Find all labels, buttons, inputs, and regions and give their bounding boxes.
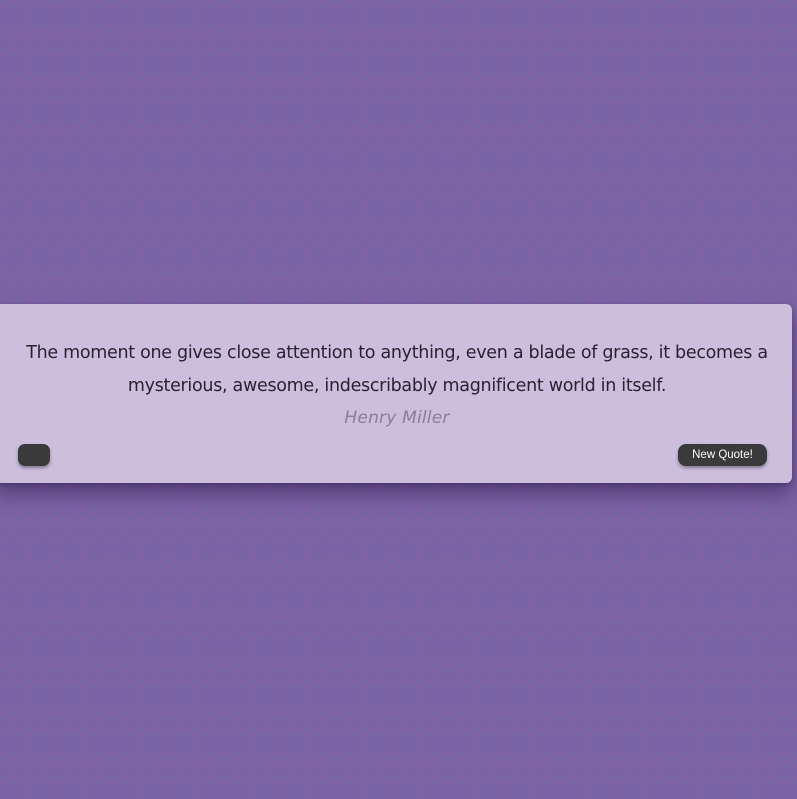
quote-author: Henry Miller <box>344 408 450 428</box>
quote-text: The moment one gives close attention to … <box>26 343 768 396</box>
new-quote-button[interactable]: New Quote! <box>678 444 767 466</box>
tweet-button[interactable] <box>18 444 50 466</box>
quote-card: The moment one gives close attention to … <box>0 304 792 483</box>
